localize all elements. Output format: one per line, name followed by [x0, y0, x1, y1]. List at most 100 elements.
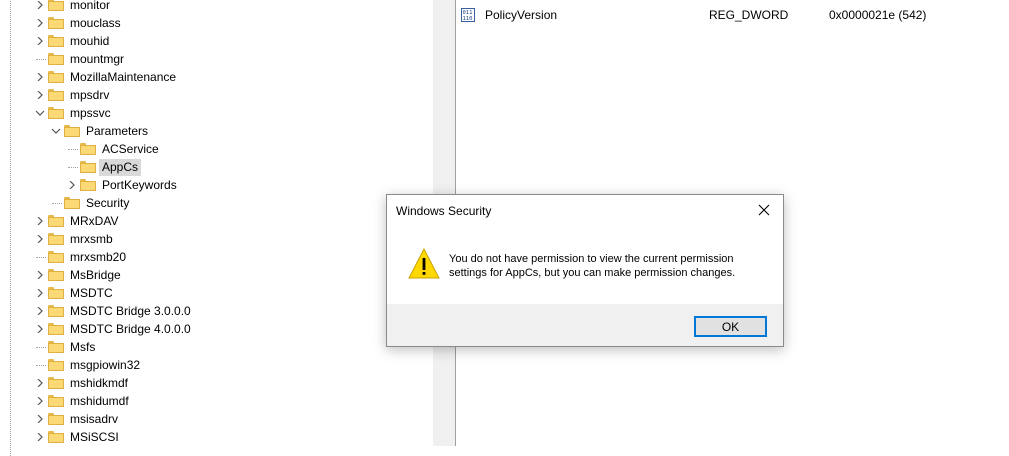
tree-item[interactable]: MSDTC Bridge 3.0.0.0 [32, 302, 194, 320]
tree-connector [36, 58, 46, 60]
folder-icon [48, 431, 64, 443]
close-button[interactable] [749, 198, 779, 224]
chevron-right-icon[interactable] [32, 14, 48, 32]
tree-item-label: MSDTC [70, 285, 113, 300]
tree-item[interactable]: msgpiowin32 [36, 356, 143, 374]
chevron-right-icon[interactable] [32, 86, 48, 104]
tree-item-label: Parameters [86, 123, 149, 138]
folder-icon [48, 107, 64, 119]
folder-icon [48, 287, 64, 299]
warning-icon [407, 247, 441, 281]
tree-item[interactable]: mouhid [32, 32, 112, 50]
dialog-footer: OK [387, 304, 783, 346]
chevron-right-icon[interactable] [32, 410, 48, 428]
chevron-right-icon[interactable] [32, 266, 48, 284]
tree-item-label: mouclass [70, 15, 121, 30]
folder-icon [48, 89, 64, 101]
tree-item[interactable]: mrxsmb [32, 230, 116, 248]
ok-button[interactable]: OK [694, 316, 767, 337]
folder-icon [48, 269, 64, 281]
tree-item-label: mountmgr [70, 51, 125, 66]
folder-icon [48, 377, 64, 389]
value-data: 0x0000021e (542) [829, 8, 927, 22]
folder-icon [80, 161, 96, 173]
tree-item-label: MSiSCSI [70, 429, 119, 444]
tree-item[interactable]: mrxsmb20 [36, 248, 129, 266]
tree-item[interactable]: MSiSCSI [32, 428, 122, 446]
chevron-down-icon[interactable] [48, 122, 64, 140]
tree-item[interactable]: Msfs [36, 338, 98, 356]
folder-icon [48, 35, 64, 47]
chevron-right-icon[interactable] [32, 284, 48, 302]
chevron-right-icon[interactable] [32, 392, 48, 410]
tree-item[interactable]: msisadrv [32, 410, 121, 428]
tree-item[interactable]: monitor [32, 0, 113, 14]
folder-icon [80, 179, 96, 191]
folder-icon [48, 53, 64, 65]
dialog-body: You do not have permission to view the c… [387, 227, 783, 303]
dialog-message: You do not have permission to view the c… [449, 253, 736, 279]
tree-item-label: AppCs [99, 158, 142, 176]
tree-item[interactable]: mpssvc [32, 104, 114, 122]
tree-item[interactable]: MsBridge [32, 266, 124, 284]
folder-icon [48, 413, 64, 425]
tree-item-label: MsBridge [70, 267, 121, 282]
tree-item[interactable]: PortKeywords [64, 176, 180, 194]
value-row[interactable]: 011 110 PolicyVersion REG_DWORD 0x000002… [461, 6, 1001, 24]
value-name: PolicyVersion [485, 8, 558, 22]
tree-item-label: monitor [70, 0, 111, 12]
chevron-right-icon[interactable] [32, 0, 48, 14]
folder-icon [48, 305, 64, 317]
chevron-right-icon[interactable] [32, 68, 48, 86]
folder-icon [48, 251, 64, 263]
tree-item[interactable]: Security [52, 194, 132, 212]
chevron-right-icon[interactable] [32, 32, 48, 50]
tree-connector [36, 364, 46, 366]
tree-item-label: msgpiowin32 [70, 357, 141, 372]
folder-icon [80, 143, 96, 155]
tree-item-label: mrxsmb20 [70, 249, 127, 264]
chevron-right-icon[interactable] [64, 176, 80, 194]
value-type: REG_DWORD [709, 8, 789, 22]
chevron-right-icon[interactable] [32, 302, 48, 320]
chevron-right-icon[interactable] [32, 230, 48, 248]
chevron-down-icon[interactable] [32, 104, 48, 122]
folder-icon [48, 233, 64, 245]
dword-value-icon: 011 110 [461, 8, 475, 22]
tree-item-label: MRxDAV [70, 213, 119, 228]
tree-item[interactable]: mshidumdf [32, 392, 132, 410]
tree-item-label: PortKeywords [102, 177, 177, 192]
tree-connector [68, 166, 78, 168]
tree-item[interactable]: mouclass [32, 14, 124, 32]
tree-item-label: mshidkmdf [70, 375, 129, 390]
tree-item-selected[interactable]: AppCs [68, 158, 142, 176]
tree-item-label: MSDTC Bridge 4.0.0.0 [70, 321, 191, 336]
folder-icon [48, 359, 64, 371]
chevron-right-icon[interactable] [32, 212, 48, 230]
chevron-right-icon[interactable] [32, 428, 48, 446]
folder-icon [48, 215, 64, 227]
tree-item-label: ACService [102, 141, 159, 156]
tree-item[interactable]: MRxDAV [32, 212, 121, 230]
tree-item-label: Msfs [70, 339, 96, 354]
tree-connector [68, 148, 78, 150]
folder-icon [48, 323, 64, 335]
tree-item[interactable]: Parameters [48, 122, 151, 140]
tree-item[interactable]: MSDTC [32, 284, 116, 302]
tree-item-label: MozillaMaintenance [70, 69, 177, 84]
tree-item[interactable]: MozillaMaintenance [32, 68, 179, 86]
tree-item-label: mpsdrv [70, 87, 110, 102]
folder-icon [48, 71, 64, 83]
tree-item[interactable]: mshidkmdf [32, 374, 131, 392]
tree-item[interactable]: MSDTC Bridge 4.0.0.0 [32, 320, 194, 338]
tree-connector [36, 256, 46, 258]
tree-item[interactable]: ACService [68, 140, 162, 158]
folder-icon [48, 17, 64, 29]
chevron-right-icon[interactable] [32, 374, 48, 392]
chevron-right-icon[interactable] [32, 320, 48, 338]
folder-icon [64, 125, 80, 137]
tree-item[interactable]: mountmgr [36, 50, 127, 68]
tree-item[interactable]: mpsdrv [32, 86, 112, 104]
dialog-title: Windows Security [396, 204, 492, 218]
tree-item-label: mshidumdf [70, 393, 129, 408]
